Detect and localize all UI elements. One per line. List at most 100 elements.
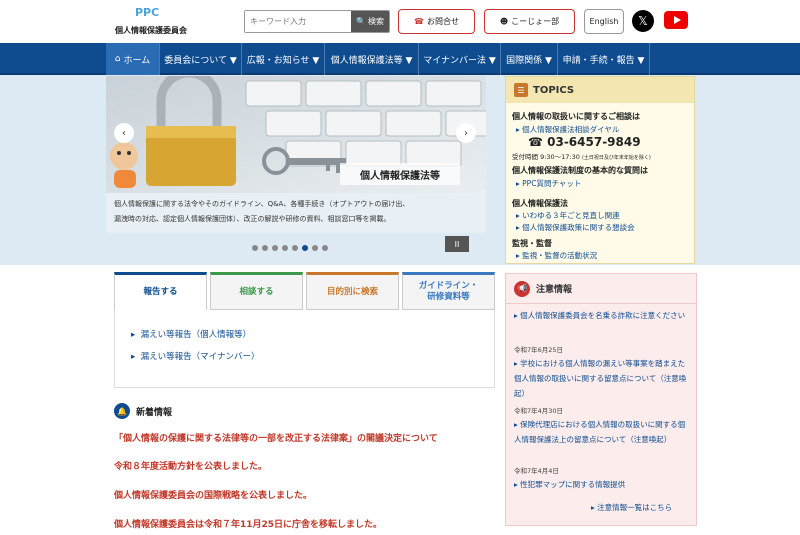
kojo-button[interactable]: ☻ こーじょー部 xyxy=(484,9,575,34)
slide-caption: 個人情報保護に関する法令やそのガイドライン、Q&A、各種手続き（オプトアウトの届… xyxy=(106,193,486,233)
tab-bar: 報告する 相談する 目的別に検索 ガイドライン・ 研修資料等 xyxy=(114,272,495,310)
tab-label: 目的別に検索 xyxy=(326,286,378,297)
topics-title: TOPICS xyxy=(533,84,575,96)
nav-label: 委員会について ▼ xyxy=(164,55,237,66)
tab-search-purpose[interactable]: 目的別に検索 xyxy=(306,272,399,310)
slider-dot[interactable] xyxy=(252,245,258,251)
alert-item-label: 保険代理店における個人情報の取扱いに関する個人情報保護法上の留意点について（注意… xyxy=(514,420,686,444)
slide-label: 個人情報保護法等 xyxy=(340,163,460,185)
site-logo[interactable]: PPC 個人情報保護委員会 xyxy=(115,6,205,38)
law-item2-label: 個人情報保護政策に関する懇談会 xyxy=(522,223,635,232)
consult-dial-link[interactable]: ▸ 個人情報保護法相談ダイヤル xyxy=(516,124,619,135)
news-item[interactable]: 個人情報保護委員会の国際戦略を公表しました。 xyxy=(114,488,312,501)
nav-application[interactable]: 申請・手続・報告 ▼ xyxy=(558,43,650,75)
kojo-label: こーじょー部 xyxy=(511,17,560,26)
tab-label: 相談する xyxy=(239,286,274,297)
site-header: PPC 個人情報保護委員会 🔍 検索 ☎ お問合せ ☻ こーじょー部 Engli… xyxy=(0,0,800,43)
hours-text: 受付時間 9:30〜17:30 xyxy=(512,153,580,161)
nav-mynumber[interactable]: マイナンバー法 ▼ xyxy=(419,43,501,75)
slider-dot[interactable] xyxy=(262,245,268,251)
search-button[interactable]: 🔍 検索 xyxy=(351,11,389,32)
hours: 受付時間 9:30〜17:30 (土日祝日及び年末年始を除く) xyxy=(512,151,651,161)
supervision-item-label: 監視・監督の活動状況 xyxy=(522,251,598,260)
slider-dot[interactable] xyxy=(292,245,298,251)
hours-note: (土日祝日及び年末年始を除く) xyxy=(581,155,651,161)
slider-pause-button[interactable]: II xyxy=(445,236,469,252)
topics-panel: ☰ TOPICS 個人情報の取扱いに関するご相談は ▸ 個人情報保護法相談ダイヤ… xyxy=(505,76,695,264)
alert-title: 注意情報 xyxy=(536,285,573,295)
alert-panel: 📢 注意情報 ▸ 個人情報保護委員会を名乗る詐欺に注意ください 令和7年6月25… xyxy=(505,273,697,526)
slider-dot-active[interactable] xyxy=(302,245,308,251)
logo-mark: PPC xyxy=(135,6,160,19)
slider-next-button[interactable]: › xyxy=(456,123,476,143)
alert-more-link[interactable]: ▸ 注意情報一覧はこちら xyxy=(591,500,691,515)
logo-text: 個人情報保護委員会 xyxy=(115,26,187,35)
alert-link-map[interactable]: ▸ 性犯罪マップに関する情報提供 xyxy=(514,477,690,492)
slider-dot[interactable] xyxy=(272,245,278,251)
news-header: 🔔 新着情報 xyxy=(114,403,172,419)
phone-icon: ☎ xyxy=(414,17,424,26)
alert-item-label: 個人情報保護委員会を名乗る詐欺に注意ください xyxy=(520,311,686,320)
supervision-link[interactable]: ▸ 監視・監督の活動状況 xyxy=(516,250,597,261)
slider-dot[interactable] xyxy=(322,245,328,251)
law-link-council[interactable]: ▸ 個人情報保護政策に関する懇談会 xyxy=(516,222,635,233)
nav-label: 個人情報保護法等 ▼ xyxy=(330,55,413,66)
ppc-chat-label: PPC質問チャット xyxy=(522,179,582,188)
mynumber-heading: 個人情報保護法制度の基本的な質問は xyxy=(512,166,648,175)
search-box: 🔍 検索 xyxy=(244,10,390,33)
consult-dial-label: 個人情報保護法相談ダイヤル xyxy=(522,125,620,134)
mascot-icon: ☻ xyxy=(499,17,509,26)
topics-icon: ☰ xyxy=(514,83,528,97)
alert-item-label: 性犯罪マップに関する情報提供 xyxy=(520,480,626,489)
contact-button[interactable]: ☎ お問合せ xyxy=(398,9,475,34)
nav-international[interactable]: 国際関係 ▼ xyxy=(501,43,558,75)
alert-date: 令和7年4月30日 xyxy=(514,407,564,415)
slider-dot[interactable] xyxy=(312,245,318,251)
english-label: English xyxy=(589,17,619,26)
leak-report-personal-link[interactable]: ▸ 漏えい等報告（個人情報等） xyxy=(131,328,251,340)
nav-privacy-law[interactable]: 個人情報保護法等 ▼ xyxy=(325,43,419,75)
search-input[interactable] xyxy=(245,11,351,32)
news-item[interactable]: 個人情報保護委員会は令和７年11月25日に庁舎を移転しました。 xyxy=(114,517,382,530)
x-icon[interactable]: 𝕏 xyxy=(632,10,654,32)
news-title: 新着情報 xyxy=(136,407,173,418)
alert-header: 📢 注意情報 xyxy=(506,274,696,304)
ppc-chat-link[interactable]: ▸ PPC質問チャット xyxy=(516,178,581,189)
slider-prev-button[interactable]: ‹ xyxy=(114,123,134,143)
hero-slider[interactable]: 個人情報保護法等 ‹ › xyxy=(106,76,486,193)
nav-label: 申請・手続・報告 ▼ xyxy=(562,55,645,66)
tab-label: ガイドライン・ 研修資料等 xyxy=(418,281,479,302)
nav-home-label: ホーム xyxy=(123,55,151,66)
law-item1-label: いわゆる３年ごと見直し関連 xyxy=(522,211,620,220)
tab-report[interactable]: 報告する xyxy=(114,272,207,310)
alert-date: 令和7年6月25日 xyxy=(514,346,564,354)
tab-guidelines[interactable]: ガイドライン・ 研修資料等 xyxy=(402,272,495,310)
alert-link-fraud[interactable]: ▸ 個人情報保護委員会を名乗る詐欺に注意ください xyxy=(514,308,690,323)
news-item[interactable]: 令和８年度活動方針を公表しました。 xyxy=(114,459,267,472)
youtube-icon[interactable] xyxy=(664,11,688,29)
tab-panel-report: ▸ 漏えい等報告（個人情報等） ▸ 漏えい等報告（マイナンバー） xyxy=(114,310,495,388)
alert-link-school[interactable]: ▸ 学校における個人情報の漏えい等事案を踏まえた個人情報の取扱いに関する留意点に… xyxy=(514,356,690,401)
law-link-review[interactable]: ▸ いわゆる３年ごと見直し関連 xyxy=(516,210,620,221)
news-item[interactable]: 「個人情報の保護に関する法律等の一部を改正する法律案」の閣議決定について xyxy=(114,431,438,444)
alert-link-insurance[interactable]: ▸ 保険代理店における個人情報の取扱いに関する個人情報保護法上の留意点について（… xyxy=(514,417,690,447)
panel-link-label: 漏えい等報告（個人情報等） xyxy=(140,330,252,340)
leak-report-mynumber-link[interactable]: ▸ 漏えい等報告（マイナンバー） xyxy=(131,350,260,362)
alert-more-label: 注意情報一覧はこちら xyxy=(597,503,673,512)
contact-label: お問合せ xyxy=(426,17,459,26)
nav-home[interactable]: ⌂ ホーム xyxy=(106,43,160,75)
tab-consult[interactable]: 相談する xyxy=(210,272,303,310)
phone-value: 03-6457-9849 xyxy=(547,135,641,149)
phone-number: ☎ 03-6457-9849 xyxy=(528,135,641,149)
nav-label: マイナンバー法 ▼ xyxy=(423,55,496,66)
caption-line: 漏洩時の対応、認定個人情報保護団体）、改正の解説や研修の資料、相談窓口等を掲載。 xyxy=(114,215,391,223)
alert-date: 令和7年4月4日 xyxy=(514,467,559,475)
search-icon: 🔍 xyxy=(356,17,366,26)
nav-committee[interactable]: 委員会について ▼ xyxy=(160,43,242,75)
home-icon: ⌂ xyxy=(114,54,121,64)
english-button[interactable]: English xyxy=(584,9,624,34)
alert-item-label: 学校における個人情報の漏えい等事案を踏まえた個人情報の取扱いに関する留意点につい… xyxy=(514,359,687,398)
panel-link-label: 漏えい等報告（マイナンバー） xyxy=(140,352,260,362)
nav-publicity[interactable]: 広報・お知らせ ▼ xyxy=(242,43,325,75)
slider-dot[interactable] xyxy=(282,245,288,251)
